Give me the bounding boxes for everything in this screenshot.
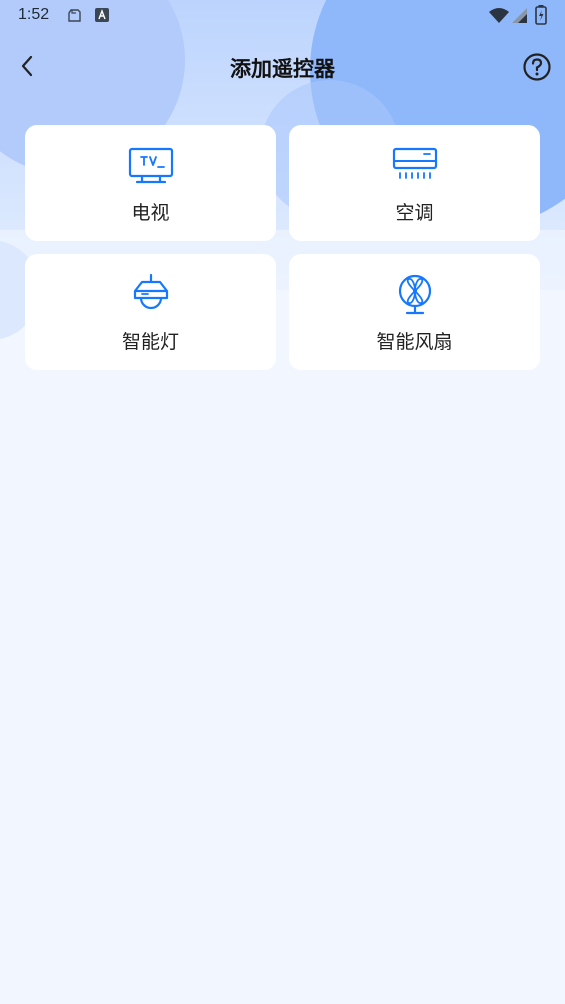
air-conditioner-icon bbox=[392, 147, 437, 179]
app-header: 添加遥控器 bbox=[0, 44, 565, 90]
help-button[interactable] bbox=[520, 50, 554, 84]
page-title: 添加遥控器 bbox=[230, 57, 335, 81]
device-card-tv[interactable]: 电视 bbox=[25, 125, 276, 241]
device-label: 智能灯 bbox=[121, 331, 179, 353]
keyboard-a-icon bbox=[95, 8, 109, 22]
clipboard-icon bbox=[68, 9, 81, 22]
device-card-smart-fan[interactable]: 智能风扇 bbox=[289, 254, 540, 370]
help-icon bbox=[523, 53, 551, 81]
device-label: 智能风扇 bbox=[376, 331, 453, 353]
status-time: 1:52 bbox=[18, 6, 50, 23]
battery-icon bbox=[535, 5, 547, 25]
fan-icon bbox=[398, 274, 431, 315]
device-label: 空调 bbox=[395, 202, 434, 224]
wifi-icon bbox=[489, 8, 509, 23]
signal-icon bbox=[512, 8, 527, 23]
device-grid: 电视 空调 智能灯 智能风扇 bbox=[25, 125, 540, 370]
ceiling-lamp-icon bbox=[133, 274, 168, 310]
device-card-smart-light[interactable]: 智能灯 bbox=[25, 254, 276, 370]
tv-icon bbox=[128, 147, 173, 184]
status-bar: 1:52 bbox=[0, 0, 565, 32]
device-card-air-conditioner[interactable]: 空调 bbox=[289, 125, 540, 241]
device-label: 电视 bbox=[131, 202, 170, 224]
